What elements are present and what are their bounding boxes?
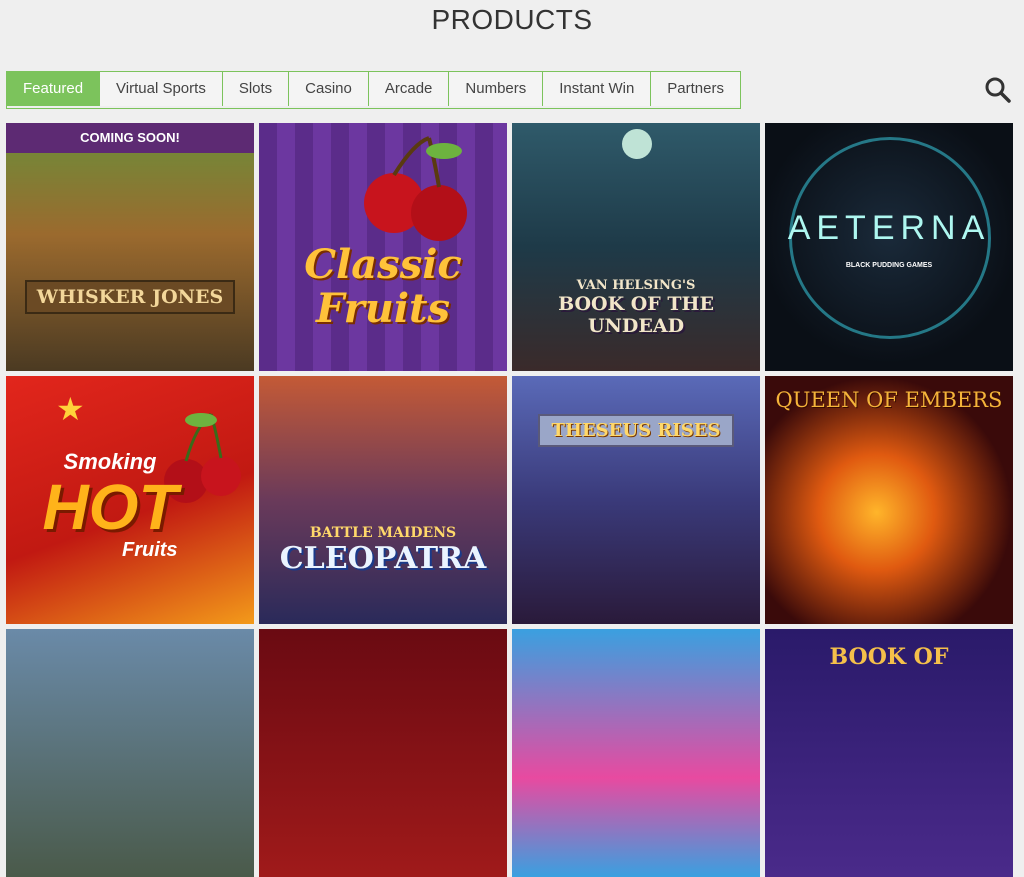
game-artwork: [259, 629, 507, 877]
game-logo: Smoking HOT Fruits: [42, 449, 177, 562]
game-subtitle: VAN HELSING'S: [576, 277, 696, 293]
tab-instant-win[interactable]: Instant Win: [542, 72, 651, 106]
search-icon[interactable]: [984, 76, 1012, 104]
tab-virtual-sports[interactable]: Virtual Sports: [99, 72, 222, 106]
game-logo: BATTLE MAIDENS CLEOPATRA: [280, 525, 487, 576]
category-tabs: Featured Virtual Sports Slots Casino Arc…: [6, 71, 741, 109]
tab-numbers[interactable]: Numbers: [448, 72, 543, 106]
game-tile[interactable]: [259, 629, 507, 877]
cherry-icon: [364, 136, 467, 241]
tab-arcade[interactable]: Arcade: [367, 72, 449, 106]
game-title: HOT: [42, 470, 178, 543]
game-title: BOOK OF THE UNDEAD: [558, 292, 714, 337]
publisher-label: BLACK PUDDING GAMES: [845, 262, 933, 269]
game-title: QUEEN OF EMBERS: [775, 388, 1003, 412]
game-artwork: [6, 123, 254, 371]
game-subtitle: BATTLE MAIDENS: [309, 524, 457, 541]
coming-soon-banner: COMING SOON!: [6, 123, 254, 153]
game-title: Classic Fruits: [304, 241, 462, 332]
game-tile-battle-maidens-cleopatra[interactable]: BATTLE MAIDENS CLEOPATRA: [259, 376, 507, 624]
game-tile-theseus-rises[interactable]: THESEUS RISES: [512, 376, 760, 624]
game-tile-smoking-hot-fruits[interactable]: ★ Smoking HOT Fruits: [6, 376, 254, 624]
tab-featured[interactable]: Featured: [7, 72, 100, 106]
game-logo: AETERNA BLACK PUDDING GAMES: [788, 209, 991, 269]
game-logo: VAN HELSING'S BOOK OF THE UNDEAD: [512, 278, 760, 337]
game-artwork: [512, 629, 760, 877]
star-icon: ★: [56, 391, 85, 427]
game-tile-aeterna[interactable]: AETERNA BLACK PUDDING GAMES: [765, 123, 1013, 371]
game-tile[interactable]: [6, 629, 254, 877]
game-title: WHISKER JONES: [24, 280, 236, 314]
game-tile-book-of[interactable]: BOOK OF: [765, 629, 1013, 877]
page-title: PRODUCTS: [431, 4, 593, 35]
game-tile-book-of-the-undead[interactable]: VAN HELSING'S BOOK OF THE UNDEAD: [512, 123, 760, 371]
game-tile[interactable]: [512, 629, 760, 877]
game-title: CLEOPATRA: [279, 540, 487, 576]
tab-partners[interactable]: Partners: [650, 72, 740, 106]
game-title: THESEUS RISES: [537, 413, 735, 447]
game-tile-classic-fruits[interactable]: Classic Fruits: [259, 123, 507, 371]
game-grid: COMING SOON! WHISKER JONES Classic Fruit…: [6, 123, 1013, 877]
tab-casino[interactable]: Casino: [288, 72, 368, 106]
game-title: AETERNA: [787, 209, 991, 247]
tab-slots[interactable]: Slots: [221, 72, 289, 106]
moon-icon: [622, 129, 652, 159]
game-title: BOOK OF: [829, 644, 949, 670]
game-artwork: [259, 376, 507, 624]
game-artwork: [765, 376, 1013, 624]
game-tile-whisker-jones[interactable]: COMING SOON! WHISKER JONES: [6, 123, 254, 371]
game-artwork: [6, 629, 254, 877]
game-tile-queen-of-embers[interactable]: QUEEN OF EMBERS: [765, 376, 1013, 624]
